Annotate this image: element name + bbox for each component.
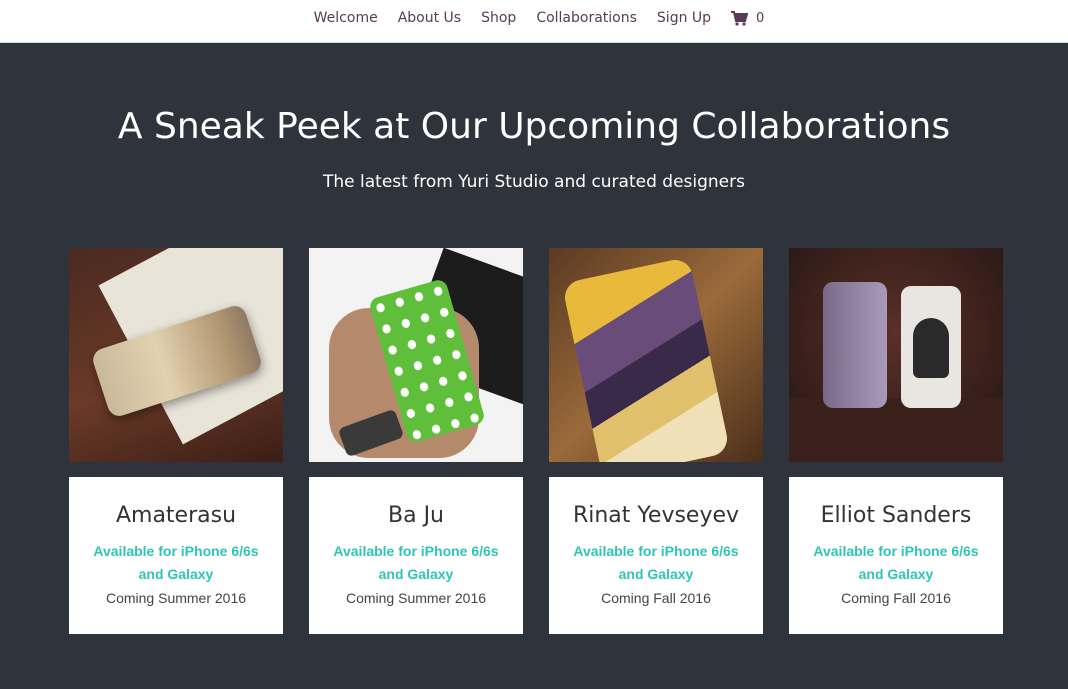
nav-links: Welcome About Us Shop Collaborations Sig… (0, 10, 1068, 26)
release-date: Coming Fall 2016 (601, 590, 711, 606)
availability-text: Available for iPhone 6/6s and Galaxy (813, 543, 979, 582)
top-nav: Welcome About Us Shop Collaborations Sig… (0, 0, 1068, 43)
page-subtitle: The latest from Yuri Studio and curated … (323, 172, 745, 192)
photo-table-shape (789, 398, 1003, 462)
availability-text: Available for iPhone 6/6s and Galaxy (573, 543, 739, 582)
photo-phone-case (561, 256, 731, 462)
page-title: A Sneak Peek at Our Upcoming Collaborati… (117, 106, 951, 147)
card-info: Amaterasu Available for iPhone 6/6s and … (69, 477, 283, 634)
cart-count: 0 (756, 10, 765, 26)
cart-link[interactable]: 0 (731, 10, 765, 26)
photo-portrait-shape (913, 318, 949, 378)
product-photo[interactable] (69, 248, 283, 462)
shopping-cart-icon (731, 10, 749, 26)
nav-item-sign-up[interactable]: Sign Up (657, 10, 711, 26)
card-info: Ba Ju Available for iPhone 6/6s and Gala… (309, 477, 523, 634)
nav-item-about-us[interactable]: About Us (398, 10, 461, 26)
collab-card-elliot-sanders[interactable]: Elliot Sanders Available for iPhone 6/6s… (789, 248, 1003, 634)
nav-item-welcome[interactable]: Welcome (314, 10, 378, 26)
designer-name: Elliot Sanders (820, 503, 972, 528)
product-photo[interactable] (789, 248, 1003, 462)
nav-item-shop[interactable]: Shop (481, 10, 516, 26)
product-photo[interactable] (549, 248, 763, 462)
collab-card-rinat-yevseyev[interactable]: Rinat Yevseyev Available for iPhone 6/6s… (549, 248, 763, 634)
photo-phone-case (823, 282, 887, 408)
release-date: Coming Fall 2016 (841, 590, 951, 606)
card-info: Elliot Sanders Available for iPhone 6/6s… (789, 477, 1003, 634)
product-photo[interactable] (309, 248, 523, 462)
designer-name: Amaterasu (115, 503, 237, 528)
release-date: Coming Summer 2016 (105, 590, 247, 606)
release-date: Coming Summer 2016 (345, 590, 487, 606)
nav-item-collaborations[interactable]: Collaborations (536, 10, 637, 26)
designer-name: Ba Ju (388, 503, 444, 528)
card-info: Rinat Yevseyev Available for iPhone 6/6s… (549, 477, 763, 634)
collab-card-ba-ju[interactable]: Ba Ju Available for iPhone 6/6s and Gala… (309, 248, 523, 634)
designer-name: Rinat Yevseyev (572, 503, 740, 528)
availability-text: Available for iPhone 6/6s and Galaxy (333, 543, 499, 582)
availability-text: Available for iPhone 6/6s and Galaxy (93, 543, 259, 582)
collab-card-amaterasu[interactable]: Amaterasu Available for iPhone 6/6s and … (69, 248, 283, 634)
